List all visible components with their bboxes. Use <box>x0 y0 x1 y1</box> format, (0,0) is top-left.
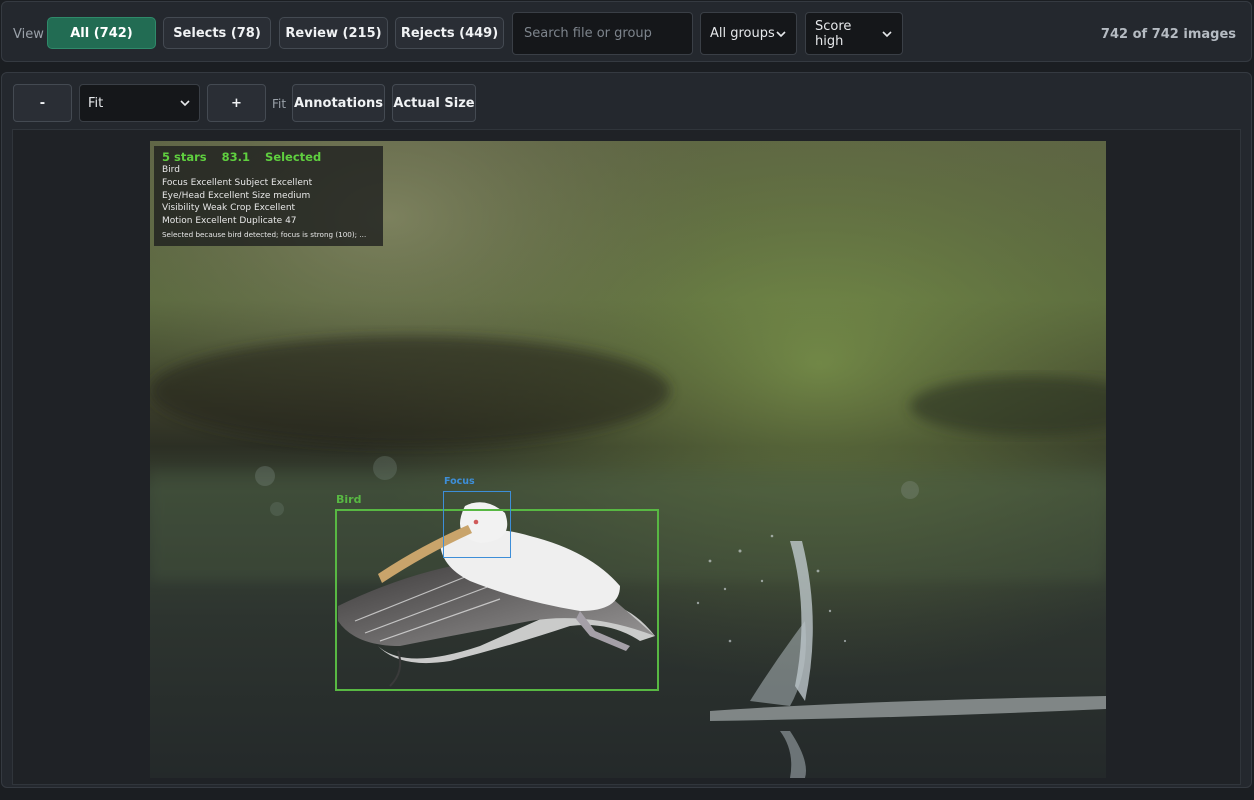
chevron-down-icon <box>881 28 893 40</box>
tab-rejects[interactable]: Rejects (449) <box>395 17 504 49</box>
group-filter-value: All groups <box>710 26 775 41</box>
rating-text: 5 stars <box>162 150 207 164</box>
image-count: 742 of 742 images <box>1100 27 1236 42</box>
tab-review[interactable]: Review (215) <box>279 17 388 49</box>
annotations-button[interactable]: Annotations <box>292 84 385 122</box>
zoom-out-button[interactable]: - <box>13 84 72 122</box>
zoom-in-button[interactable]: + <box>207 84 266 122</box>
image-stage[interactable]: 5 stars 83.1 Selected Bird Focus Excelle… <box>12 129 1241 785</box>
zoom-select-value: Fit <box>88 95 104 111</box>
sort-select[interactable]: Score high <box>805 12 903 55</box>
photo[interactable]: 5 stars 83.1 Selected Bird Focus Excelle… <box>150 141 1106 778</box>
subject-text: Bird <box>162 165 180 175</box>
image-viewer: - Fit + Fit Annotations Actual Size 5 st… <box>1 72 1252 788</box>
group-filter-select[interactable]: All groups <box>700 12 797 55</box>
view-label: View <box>13 27 44 42</box>
top-toolbar: View All (742) Selects (78) Review (215)… <box>1 1 1252 62</box>
chevron-down-icon <box>179 97 191 109</box>
selection-reason: Selected because bird detected; focus is… <box>162 229 367 239</box>
overlay-line: Motion Excellent Duplicate 47 <box>162 216 297 227</box>
tab-all[interactable]: All (742) <box>47 17 156 49</box>
chevron-down-icon <box>775 28 787 40</box>
sort-value: Score high <box>815 18 852 49</box>
overlay-line: Eye/Head Excellent Size medium <box>162 190 311 201</box>
zoom-select[interactable]: Fit <box>79 84 200 122</box>
bird-box-label: Bird <box>336 493 362 506</box>
actual-size-button[interactable]: Actual Size <box>392 84 476 122</box>
search-input[interactable] <box>512 12 693 55</box>
score-text: 83.1 <box>221 150 251 164</box>
status-text: Selected <box>265 150 322 164</box>
fit-label: Fit <box>272 97 287 111</box>
annotation-overlay: 5 stars 83.1 Selected Bird Focus Excelle… <box>154 146 383 246</box>
focus-box-label: Focus <box>444 476 475 487</box>
focus-bounding-box <box>443 491 511 558</box>
tab-selects[interactable]: Selects (78) <box>163 17 271 49</box>
overlay-line: Visibility Weak Crop Excellent <box>162 203 296 214</box>
overlay-line: Focus Excellent Subject Excellent <box>162 177 313 188</box>
